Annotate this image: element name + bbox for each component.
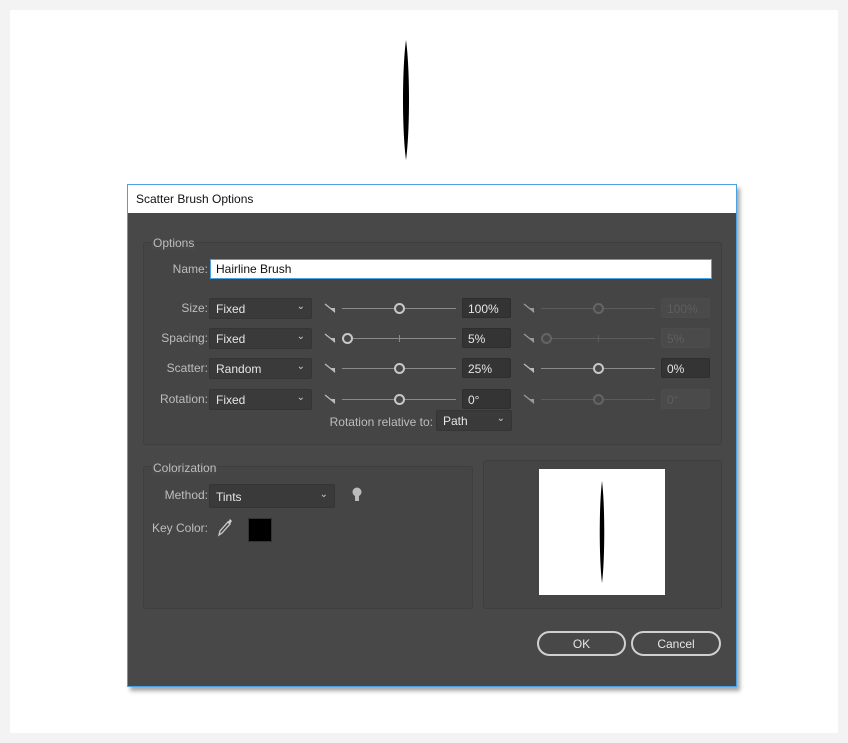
colorization-group-label: Colorization — [152, 461, 218, 475]
eyedropper-icon[interactable] — [216, 517, 234, 537]
slider-thumb[interactable] — [394, 394, 405, 405]
method-select[interactable]: Tints ⌄ — [209, 484, 335, 508]
size-method-select[interactable]: Fixed ⌄ — [209, 298, 312, 319]
chevron-down-icon: ⌄ — [296, 392, 305, 403]
spacing-label: Spacing: — [161, 331, 208, 345]
spacing-min-slider[interactable] — [341, 333, 456, 344]
dialog-title: Scatter Brush Options — [128, 185, 736, 213]
brush-stroke-artwork — [403, 40, 409, 160]
rotation-label: Rotation: — [159, 392, 208, 406]
scatter-method-select[interactable]: Random ⌄ — [209, 358, 312, 379]
spacing-max-field: 5% — [661, 328, 710, 348]
scatter-max-slider[interactable] — [541, 363, 655, 374]
brush-preview — [539, 469, 665, 595]
chevron-down-icon: ⌄ — [296, 361, 305, 372]
rotation-min-field[interactable]: 0° — [462, 389, 511, 409]
options-group-label: Options — [152, 236, 196, 250]
chevron-down-icon: ⌄ — [319, 489, 328, 500]
pressure-icon — [523, 302, 535, 314]
size-method-value: Fixed — [216, 302, 246, 316]
scatter-max-field[interactable]: 0% — [661, 358, 710, 378]
slider-thumb[interactable] — [593, 363, 604, 374]
rotation-max-slider — [541, 394, 655, 405]
rotation-relative-label: Rotation relative to: — [329, 415, 433, 429]
cancel-button[interactable]: Cancel — [631, 631, 721, 656]
name-label: Name: — [172, 262, 208, 276]
key-color-label: Key Color: — [151, 521, 208, 535]
slider-thumb[interactable] — [341, 333, 353, 344]
size-label: Size: — [181, 301, 208, 315]
rotation-method-select[interactable]: Fixed ⌄ — [209, 389, 312, 410]
name-input[interactable] — [210, 259, 712, 279]
rotation-relative-value: Path — [443, 414, 468, 428]
size-min-field[interactable]: 100% — [462, 298, 511, 318]
spacing-min-field[interactable]: 5% — [462, 328, 511, 348]
chevron-down-icon: ⌄ — [296, 301, 305, 312]
size-min-slider[interactable] — [342, 303, 456, 314]
chevron-down-icon: ⌄ — [496, 413, 505, 424]
slider-tick — [399, 335, 400, 342]
method-value: Tints — [216, 490, 242, 504]
slider-thumb — [540, 333, 552, 344]
spacing-method-select[interactable]: Fixed ⌄ — [209, 328, 312, 349]
chevron-down-icon: ⌄ — [296, 331, 305, 342]
pressure-icon — [324, 332, 336, 344]
scatter-method-value: Random — [216, 362, 262, 376]
method-label: Method: — [164, 488, 208, 502]
scatter-label: Scatter: — [166, 361, 208, 375]
slider-thumb[interactable] — [394, 363, 405, 374]
pressure-icon — [523, 393, 535, 405]
spacing-max-slider — [540, 333, 655, 344]
ok-button[interactable]: OK — [537, 631, 626, 656]
brush-preview-stroke — [599, 481, 605, 583]
pressure-icon — [324, 302, 336, 314]
pressure-icon — [523, 362, 535, 374]
slider-thumb — [593, 303, 604, 314]
key-color-swatch[interactable] — [248, 518, 272, 542]
size-max-field: 100% — [661, 298, 710, 318]
slider-thumb[interactable] — [394, 303, 405, 314]
slider-tick — [598, 335, 599, 342]
rotation-max-field: 0° — [661, 389, 710, 409]
pressure-icon — [523, 332, 535, 344]
spacing-method-value: Fixed — [216, 332, 246, 346]
lightbulb-icon[interactable] — [352, 487, 362, 503]
rotation-relative-select[interactable]: Path ⌄ — [436, 410, 512, 431]
scatter-min-field[interactable]: 25% — [462, 358, 511, 378]
rotation-min-slider[interactable] — [342, 394, 456, 405]
rotation-method-value: Fixed — [216, 393, 246, 407]
pressure-icon — [324, 362, 336, 374]
scatter-brush-options-dialog: Scatter Brush Options Options Name: Size… — [127, 184, 737, 687]
pressure-icon — [324, 393, 336, 405]
size-max-slider — [541, 303, 655, 314]
slider-thumb — [593, 394, 604, 405]
scatter-min-slider[interactable] — [342, 363, 456, 374]
